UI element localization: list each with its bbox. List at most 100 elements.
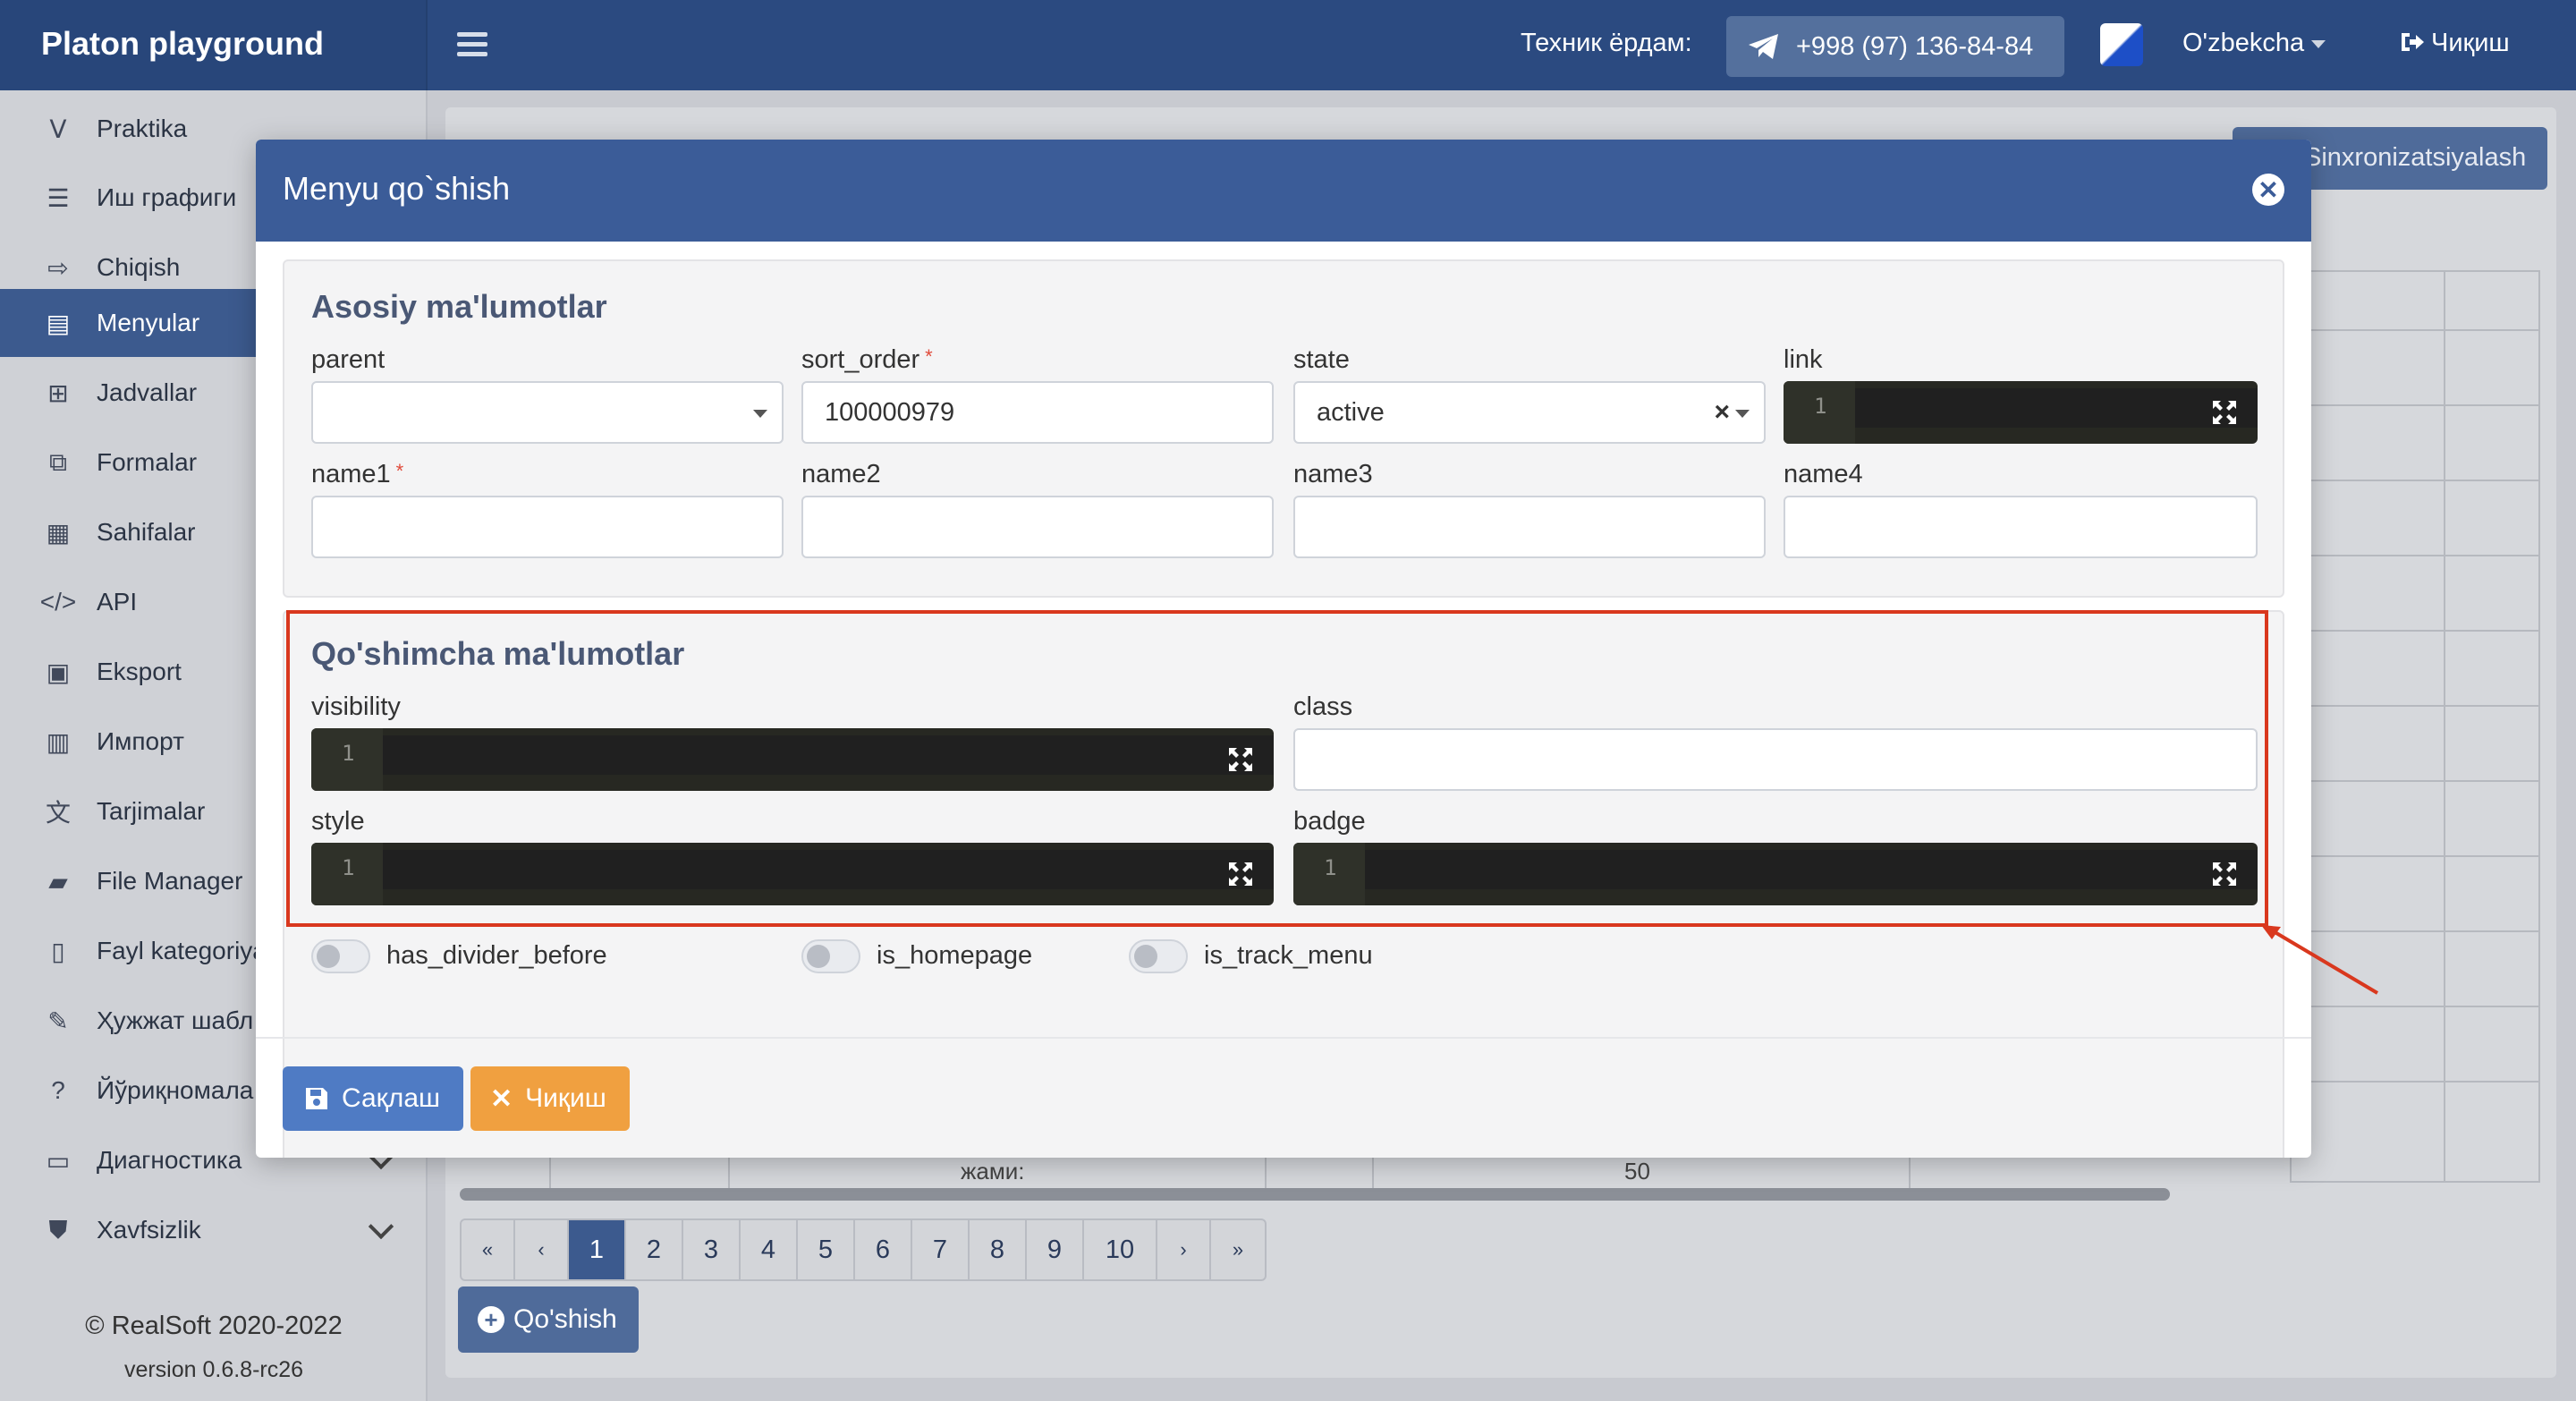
import-icon: ▥ xyxy=(46,727,71,756)
top-navbar: Platon playground Техник ёрдам: +998 (97… xyxy=(0,0,2576,90)
name4-label: name4 xyxy=(1784,460,1863,488)
caret-down-icon xyxy=(1735,410,1750,418)
name2-input[interactable] xyxy=(801,496,1274,558)
name3-input[interactable] xyxy=(1293,496,1766,558)
translate-icon: 文 xyxy=(45,799,71,827)
link-label: link xyxy=(1784,345,1823,374)
sign-out-icon xyxy=(2402,33,2424,51)
is-track-menu-label: is_track_menu xyxy=(1204,941,1373,970)
grid-icon: ⊞ xyxy=(47,378,69,407)
sidebar-item-label: Praktika xyxy=(97,115,188,142)
state-label: state xyxy=(1293,345,1350,374)
caret-down-icon xyxy=(753,410,767,418)
sidebar-item-security[interactable]: ⛊ Xavfsizlik xyxy=(0,1196,428,1264)
close-icon[interactable]: ✕ xyxy=(2252,174,2284,206)
language-label: O'zbekcha xyxy=(2182,29,2305,57)
pagination-page[interactable]: 5 xyxy=(798,1220,855,1279)
sort-order-label: sort_order * xyxy=(801,345,933,375)
pagination-next[interactable]: › xyxy=(1157,1220,1211,1279)
support-phone-number: +998 (97) 136-84-84 xyxy=(1796,31,2034,61)
praktika-icon: 𝖵 xyxy=(49,115,67,143)
sort-order-input[interactable]: 100000979 xyxy=(801,381,1274,444)
total-label: жами: xyxy=(961,1158,1025,1184)
shield-icon: ⛊ xyxy=(48,1215,68,1244)
excel-icon: ▣ xyxy=(46,658,71,686)
file-signature-icon: ✎ xyxy=(47,1006,69,1035)
name4-input[interactable] xyxy=(1784,496,2258,558)
save-button-label: Сақлаш xyxy=(342,1083,441,1113)
sign-out-icon: ⇨ xyxy=(47,253,69,282)
sidebar-item-label: Fayl kategoriya xyxy=(97,937,267,964)
question-icon: ? xyxy=(51,1076,65,1104)
parent-label: parent xyxy=(311,345,386,374)
annotation-arrow xyxy=(2261,925,2379,995)
pagination-prev[interactable]: ‹ xyxy=(515,1220,569,1279)
cancel-button-label: Чиқиш xyxy=(525,1083,606,1113)
caret-down-icon xyxy=(2311,39,2326,48)
telegram-icon xyxy=(1749,34,1778,59)
menu-table-icon: ▤ xyxy=(46,309,71,337)
copyright: © RealSoft 2020-2022 xyxy=(85,1312,343,1340)
is-track-menu-toggle[interactable] xyxy=(1129,939,1188,973)
pagination-page[interactable]: 3 xyxy=(683,1220,741,1279)
pagination-page[interactable]: 6 xyxy=(855,1220,912,1279)
pagination-last[interactable]: » xyxy=(1211,1220,1265,1279)
pagination-page[interactable]: 1 xyxy=(569,1220,626,1279)
folder-icon: ▰ xyxy=(48,867,68,896)
pagination-page[interactable]: 10 xyxy=(1084,1220,1157,1279)
parent-select[interactable] xyxy=(311,381,784,444)
has-divider-before-toggle[interactable] xyxy=(311,939,370,973)
state-select[interactable]: active × xyxy=(1293,381,1766,444)
pagination-first[interactable]: « xyxy=(462,1220,515,1279)
name1-label-text: name1 xyxy=(311,460,391,488)
sidebar-item-label: Jadvallar xyxy=(97,378,198,406)
required-marker: * xyxy=(925,345,933,368)
support-phone-button[interactable]: +998 (97) 136-84-84 xyxy=(1726,16,2064,77)
editor-line[interactable] xyxy=(1855,388,2258,428)
sidebar-item-label: API xyxy=(97,588,138,616)
footer-divider xyxy=(256,1037,2311,1039)
name2-label: name2 xyxy=(801,460,881,488)
modal-title: Menyu qo`shish xyxy=(283,170,511,207)
pagination-page[interactable]: 9 xyxy=(1027,1220,1084,1279)
chevron-down-icon xyxy=(368,1213,394,1240)
is-homepage-toggle[interactable] xyxy=(801,939,860,973)
required-marker: * xyxy=(395,460,404,482)
pagination-page[interactable]: 8 xyxy=(970,1220,1027,1279)
cancel-button[interactable]: ✕ Чиқиш xyxy=(470,1066,630,1131)
logout-button[interactable]: Чиқиш xyxy=(2399,29,2510,58)
sidebar-item-label: Импорт xyxy=(97,727,184,755)
sidebar-item-label: Йўриқномала xyxy=(97,1076,254,1104)
horizontal-scrollbar[interactable] xyxy=(460,1188,2170,1201)
pages-icon: ▦ xyxy=(46,518,71,547)
name3-label: name3 xyxy=(1293,460,1373,488)
add-button[interactable]: + Qo'shish xyxy=(458,1286,639,1353)
version-label: version 0.6.8-rc26 xyxy=(123,1357,304,1382)
hamburger-menu-icon[interactable] xyxy=(457,27,487,63)
save-icon xyxy=(306,1088,327,1109)
pagination-page[interactable]: 4 xyxy=(741,1220,798,1279)
clear-icon[interactable]: × xyxy=(1714,397,1730,428)
name1-input[interactable] xyxy=(311,496,784,558)
sidebar-item-label: Xavfsizlik xyxy=(97,1216,201,1244)
is-homepage-label: is_homepage xyxy=(877,941,1033,970)
sidebar-item-label: Menyular xyxy=(97,309,200,336)
sidebar-item-label: Tarjimalar xyxy=(97,797,206,825)
file-icon: ▯ xyxy=(51,937,65,965)
language-dropdown[interactable]: O'zbekcha xyxy=(2182,29,2326,58)
link-code-editor[interactable]: 1 xyxy=(1784,381,2258,444)
pagination-page[interactable]: 7 xyxy=(912,1220,970,1279)
sidebar-item-label: Диагностика xyxy=(97,1146,242,1174)
plus-circle-icon: + xyxy=(478,1306,504,1333)
brand-title[interactable]: Platon playground xyxy=(0,0,428,90)
save-button[interactable]: Сақлаш xyxy=(283,1066,463,1131)
sidebar-item-label: File Manager xyxy=(97,867,243,895)
list-icon: ☰ xyxy=(47,183,70,212)
language-flag-icon[interactable] xyxy=(2100,23,2143,66)
sidebar-item-label: Ҳужжат шабл xyxy=(97,1006,254,1034)
pagination-page[interactable]: 2 xyxy=(626,1220,683,1279)
pagination: « ‹ 1 2 3 4 5 6 7 8 9 10 › » xyxy=(460,1218,1267,1281)
line-number: 1 xyxy=(1784,381,1855,444)
sidebar-item-label: Sahifalar xyxy=(97,518,196,546)
expand-icon[interactable] xyxy=(2211,399,2238,426)
